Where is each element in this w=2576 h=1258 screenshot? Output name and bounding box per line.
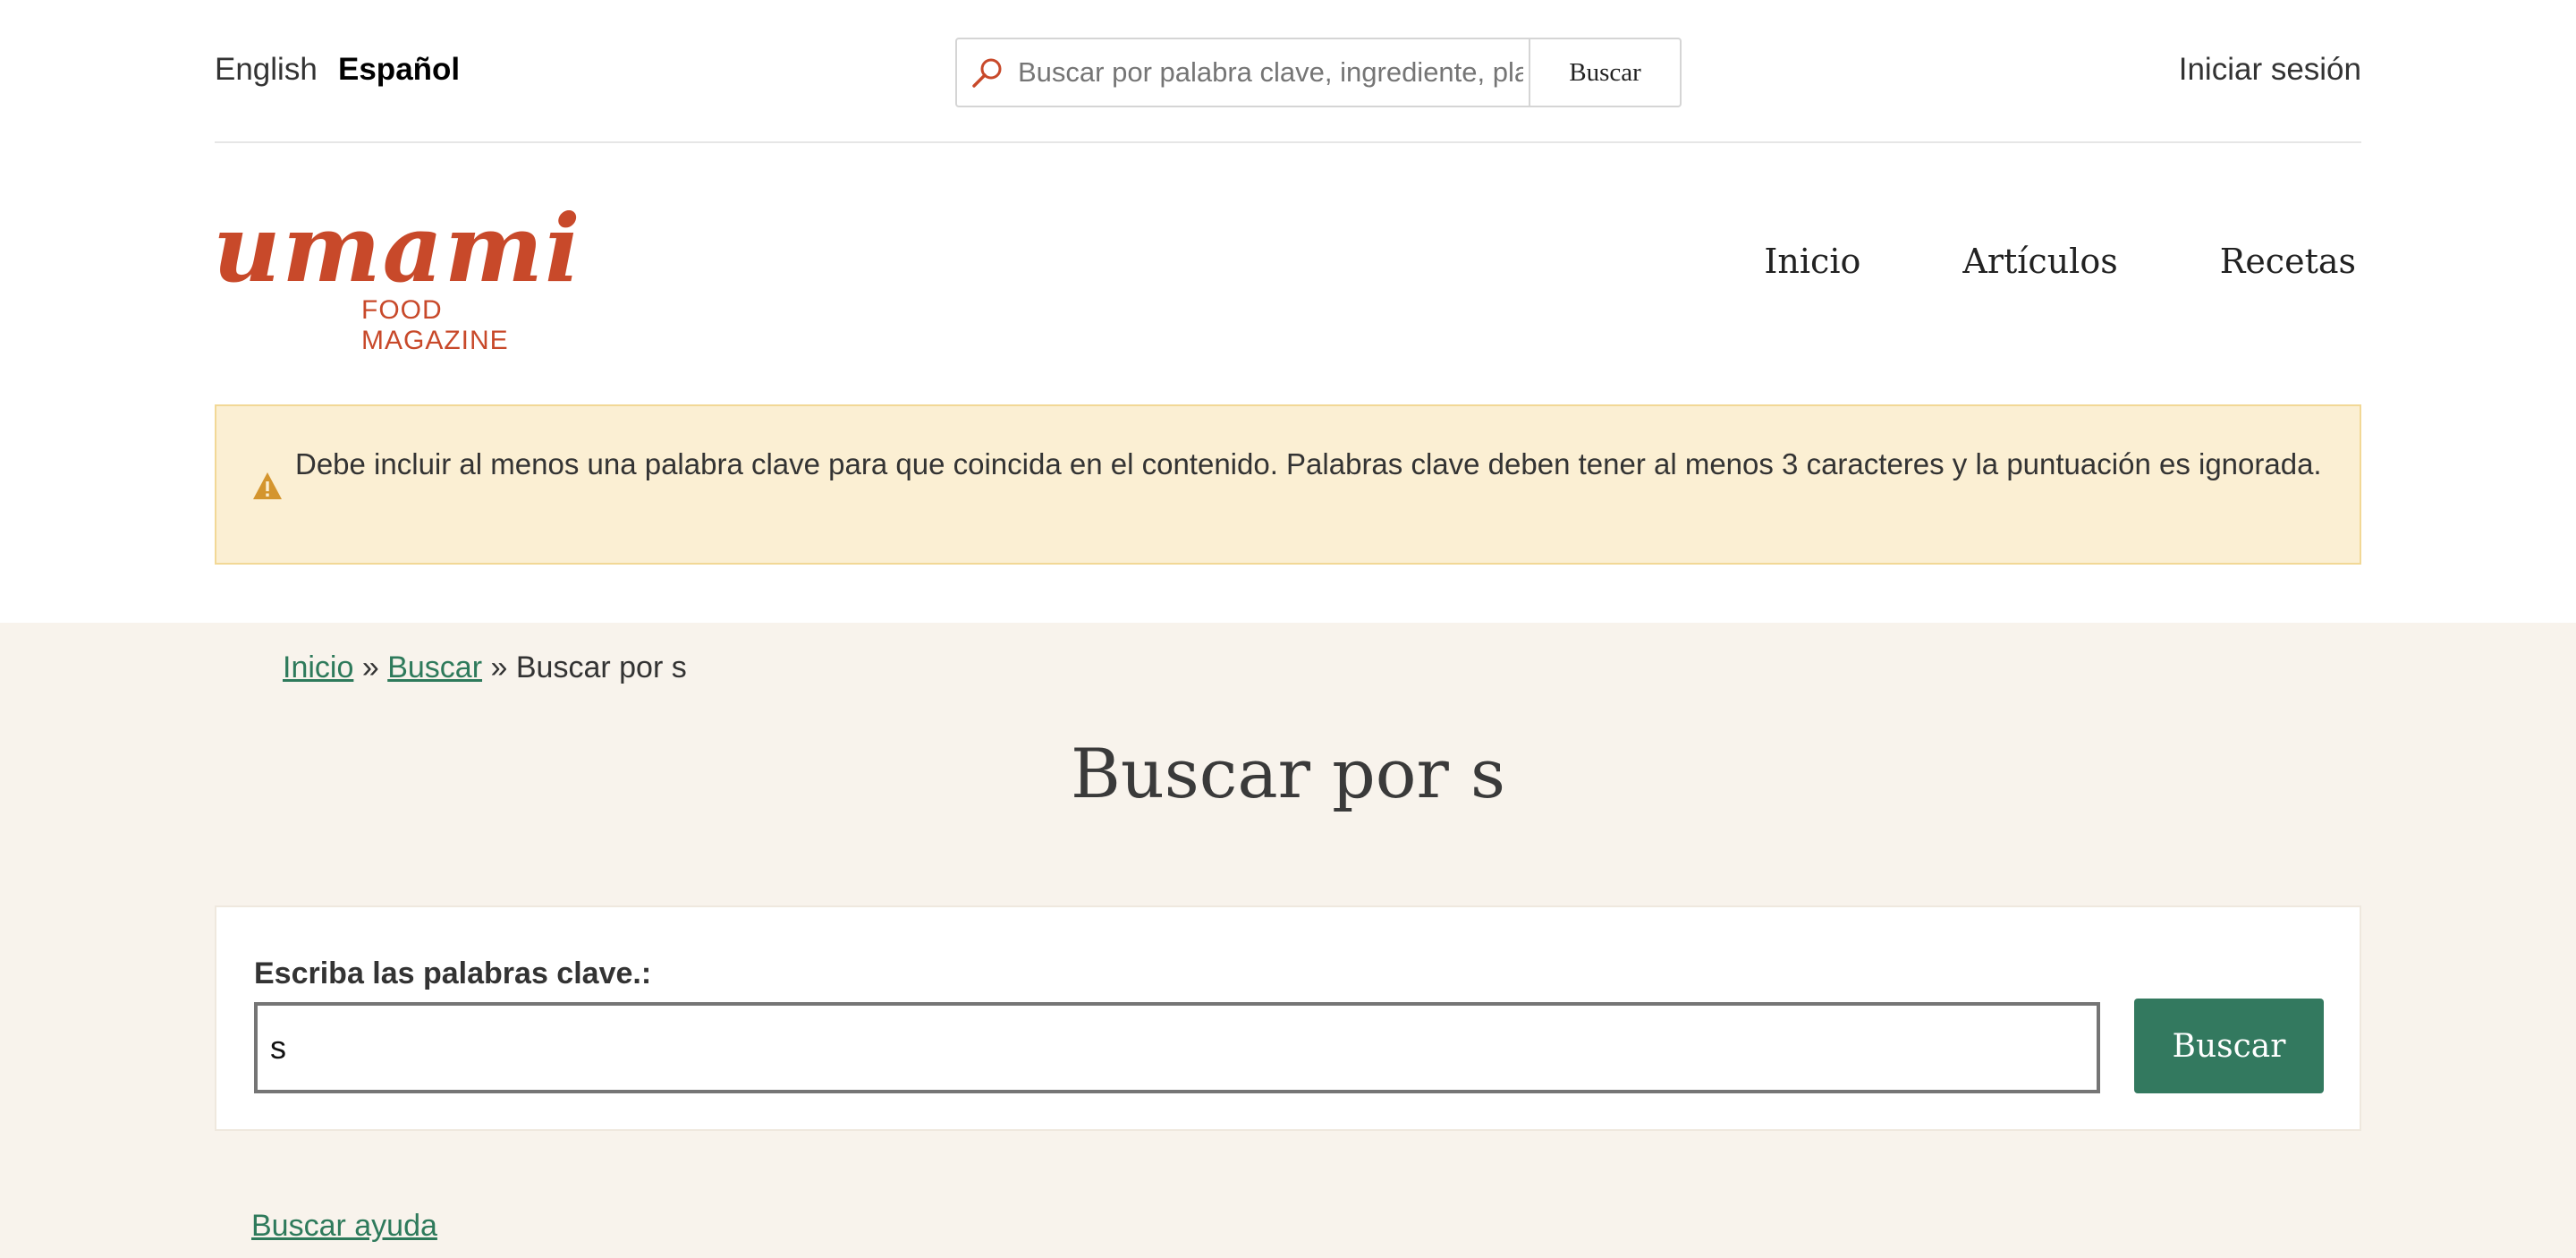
warning-text: Debe incluir al menos una palabra clave …: [295, 447, 2322, 480]
keywords-label: Escriba las palabras clave.:: [254, 956, 652, 990]
page-title: Buscar por s: [1070, 734, 1506, 813]
search-submit-button[interactable]: Buscar: [2134, 999, 2324, 1093]
breadcrumb-search-link[interactable]: Buscar: [387, 650, 482, 684]
nav-item-articulos[interactable]: Artículos: [1962, 242, 2117, 281]
logo-subtitle: FOOD MAGAZINE: [361, 295, 509, 355]
site-logo[interactable]: umami FOOD MAGAZINE: [213, 193, 589, 356]
header-search-field: [955, 38, 1530, 107]
search-form: Escriba las palabras clave.: Buscar: [215, 905, 2361, 1131]
nav-item-inicio[interactable]: Inicio: [1764, 242, 1860, 281]
header-search-button[interactable]: Buscar: [1530, 38, 1682, 107]
breadcrumb: Inicio » Buscar » Buscar por s: [283, 650, 687, 685]
search-help-link[interactable]: Buscar ayuda: [251, 1208, 437, 1244]
logo-wordmark: umami: [213, 193, 582, 303]
header-search-form: Buscar: [955, 38, 1682, 107]
breadcrumb-current: Buscar por s: [515, 650, 687, 684]
login-link[interactable]: Iniciar sesión: [2179, 52, 2361, 88]
keywords-input[interactable]: [254, 1002, 2100, 1093]
language-english-link[interactable]: English: [215, 52, 318, 88]
breadcrumb-separator: »: [361, 650, 379, 684]
search-icon: [972, 58, 1002, 88]
header-divider: [215, 141, 2361, 143]
top-bar: English Español Buscar Iniciar sesión: [0, 0, 2576, 143]
main-navigation: Inicio Artículos Recetas: [1764, 242, 2356, 281]
breadcrumb-separator: »: [490, 650, 508, 684]
warning-triangle-icon: [253, 472, 282, 499]
header-search-input[interactable]: [1018, 39, 1523, 106]
nav-item-recetas[interactable]: Recetas: [2220, 242, 2356, 281]
warning-message: Debe incluir al menos una palabra clave …: [215, 404, 2361, 565]
language-spanish-link[interactable]: Español: [338, 52, 460, 88]
breadcrumb-home-link[interactable]: Inicio: [283, 650, 353, 684]
